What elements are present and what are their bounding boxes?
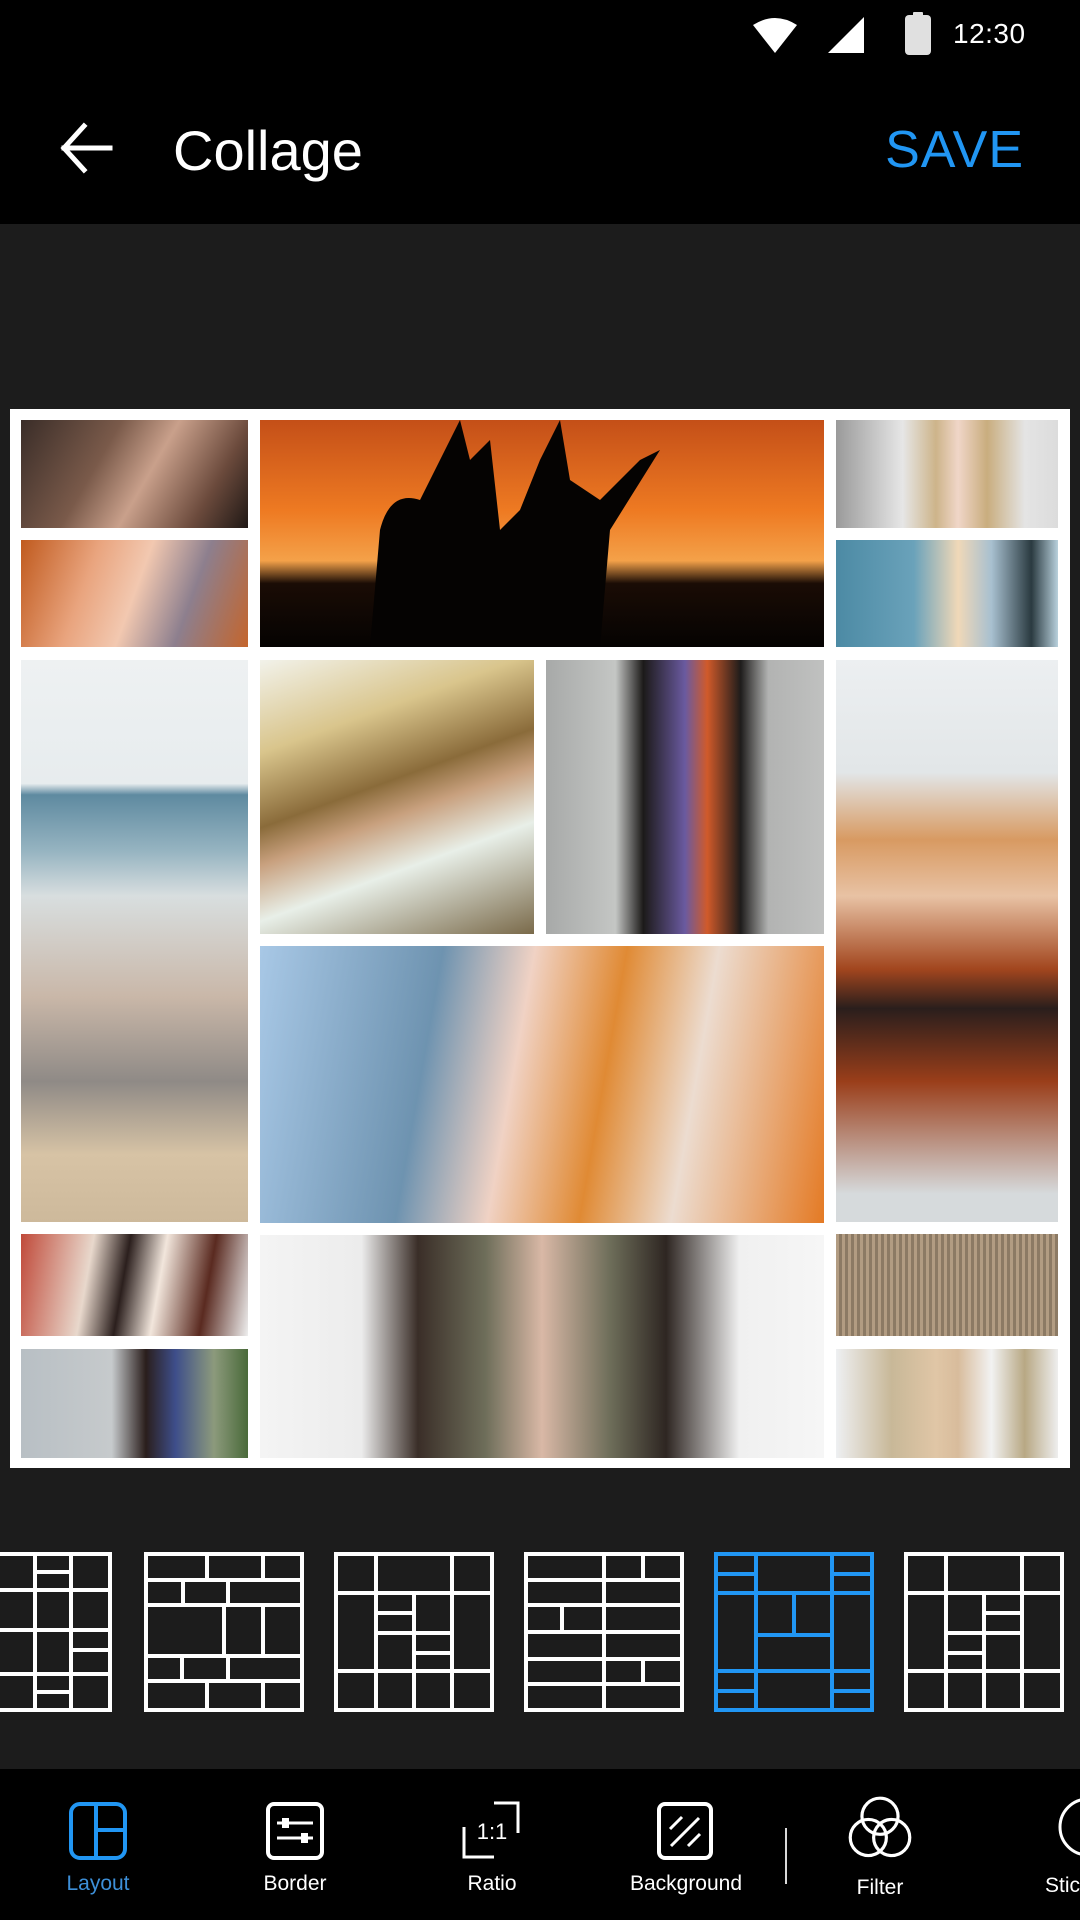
tool-label: Filter (856, 1876, 904, 1899)
photo-cell-11[interactable] (21, 1234, 248, 1336)
tool-label: Layout (66, 1872, 130, 1895)
tool-label: Sticker (1045, 1874, 1080, 1897)
collage-frame (10, 409, 1070, 1468)
photo-cell-14[interactable] (836, 1234, 1058, 1336)
photo-cell-5[interactable] (836, 540, 1058, 647)
photo-cell-3[interactable] (260, 420, 824, 647)
photo-cell-6[interactable] (21, 660, 248, 1222)
layout-option-3[interactable] (334, 1552, 494, 1712)
tool-label: Ratio (467, 1872, 517, 1895)
photo-cell-12[interactable] (21, 1349, 248, 1458)
photo-cell-1[interactable] (21, 420, 248, 528)
battery-icon (905, 12, 931, 55)
silhouettes-graphic (370, 420, 660, 647)
background-pattern-icon (657, 1802, 713, 1860)
wifi-icon (753, 18, 797, 53)
tool-border[interactable]: Border (215, 1769, 375, 1920)
tool-sticker[interactable]: Sticker (1000, 1769, 1080, 1920)
photo-cell-2[interactable] (21, 540, 248, 647)
tool-label: Background (629, 1872, 743, 1895)
tool-label: Border (263, 1872, 327, 1895)
layout-picker[interactable] (0, 1540, 1080, 1720)
svg-text:1:1: 1:1 (477, 1819, 508, 1844)
tool-layout[interactable]: Layout (18, 1769, 178, 1920)
cell-signal-icon (828, 17, 864, 53)
back-button[interactable] (56, 116, 120, 180)
photo-cell-8[interactable] (546, 660, 824, 934)
tool-background[interactable]: Background (606, 1769, 766, 1920)
layout-option-6[interactable] (904, 1552, 1064, 1712)
sliders-icon (266, 1802, 324, 1860)
photo-cell-10[interactable] (260, 946, 824, 1223)
layout-option-2[interactable] (144, 1552, 304, 1712)
photo-cell-7[interactable] (260, 660, 534, 934)
layout-option-5-selected[interactable] (714, 1552, 874, 1712)
layout-option-1[interactable] (0, 1552, 112, 1712)
photo-cell-13[interactable] (260, 1235, 824, 1458)
status-time: 12:30 (953, 18, 1026, 49)
app-bar: Collage SAVE (0, 72, 1080, 224)
page-title: Collage (173, 119, 363, 182)
layout-option-4[interactable] (524, 1552, 684, 1712)
photo-cell-9[interactable] (836, 660, 1058, 1222)
layout-icon (69, 1802, 127, 1860)
bottom-toolbar: Layout Border 1:1 Ratio Background Filte… (0, 1769, 1080, 1920)
tool-filter[interactable]: Filter (800, 1769, 960, 1920)
photo-cell-4[interactable] (836, 420, 1058, 528)
photo-cell-15[interactable] (836, 1349, 1058, 1458)
toolbar-divider (785, 1828, 787, 1884)
aspect-ratio-icon: 1:1 (462, 1801, 520, 1859)
filter-circles-icon (848, 1796, 912, 1858)
tool-ratio[interactable]: 1:1 Ratio (412, 1769, 572, 1920)
smiley-icon (1058, 1798, 1080, 1856)
arrow-left-icon (60, 122, 113, 174)
save-button[interactable]: SAVE (885, 120, 1024, 180)
status-bar: 12:30 (0, 0, 1080, 72)
